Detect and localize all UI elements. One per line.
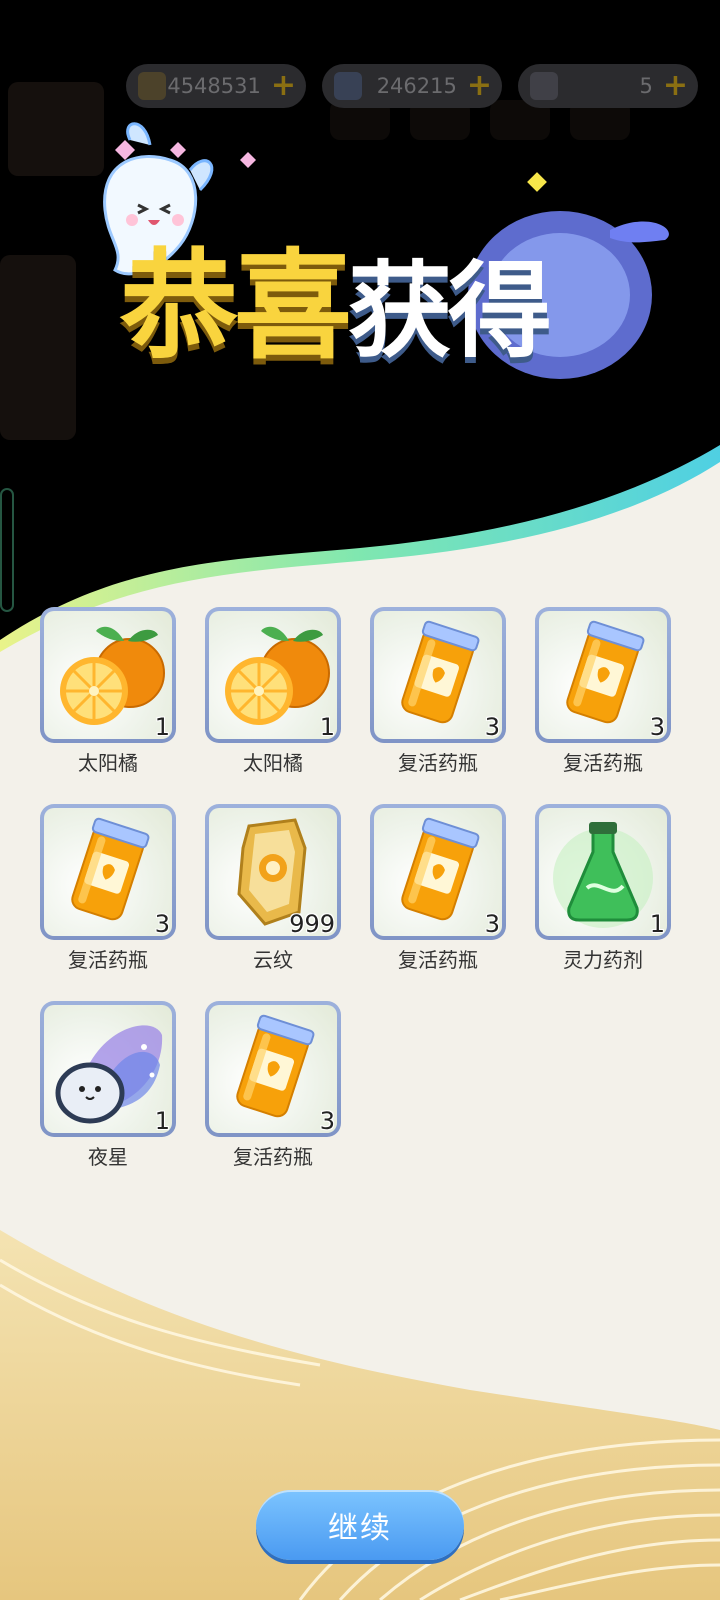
night-star-pet-icon [44, 1005, 172, 1133]
reward-item-slot: 3 [205, 1001, 341, 1137]
reward-item-name: 复活药瓶 [398, 751, 478, 775]
reward-item-name: 复活药瓶 [233, 1145, 313, 1169]
reward-item-slot: 1 [205, 607, 341, 743]
reward-item[interactable]: 3 复活药瓶 [370, 607, 506, 782]
revive-bottle-icon [374, 808, 502, 936]
reward-item[interactable]: 999 云纹 [205, 804, 341, 979]
revive-bottle-icon [209, 1005, 337, 1133]
reward-title-banner: 恭喜获得 [90, 120, 680, 400]
reward-item-slot: 1 [40, 607, 176, 743]
reward-item-slot: 3 [40, 804, 176, 940]
continue-button[interactable]: 继续 [256, 1490, 464, 1560]
reward-item-name: 复活药瓶 [398, 948, 478, 972]
reward-item-slot: 1 [40, 1001, 176, 1137]
reward-item-count: 1 [319, 713, 335, 741]
reward-item-count: 1 [154, 1107, 170, 1135]
reward-item[interactable]: 3 复活药瓶 [205, 1001, 341, 1176]
continue-button-label: 继续 [328, 1511, 392, 1546]
reward-item-name: 复活药瓶 [563, 751, 643, 775]
reward-item-name: 夜星 [88, 1145, 128, 1169]
revive-bottle-icon [44, 808, 172, 936]
reward-item-name: 太阳橘 [243, 751, 303, 775]
reward-item-name: 太阳橘 [78, 751, 138, 775]
revive-bottle-icon [539, 611, 667, 739]
reward-item-count: 3 [154, 910, 170, 938]
reward-item-count: 999 [289, 910, 335, 938]
reward-item-slot: 3 [370, 607, 506, 743]
reward-item-count: 3 [484, 713, 500, 741]
reward-item-slot: 3 [370, 804, 506, 940]
spirit-potion-icon [539, 808, 667, 936]
reward-item[interactable]: 3 复活药瓶 [40, 804, 176, 979]
reward-item-name: 灵力药剂 [563, 948, 643, 972]
reward-item-name: 云纹 [253, 948, 293, 972]
orange-icon [209, 611, 337, 739]
reward-item-slot: 1 [535, 804, 671, 940]
reward-item[interactable]: 3 复活药瓶 [535, 607, 671, 782]
reward-item[interactable]: 1 灵力药剂 [535, 804, 671, 979]
reward-item-count: 1 [154, 713, 170, 741]
reward-item-name: 复活药瓶 [68, 948, 148, 972]
reward-item-slot: 3 [535, 607, 671, 743]
reward-item[interactable]: 1 夜星 [40, 1001, 176, 1176]
title-part-congrats: 恭喜 [120, 237, 352, 375]
orange-icon [44, 611, 172, 739]
reward-item-count: 1 [649, 910, 665, 938]
reward-item[interactable]: 1 太阳橘 [205, 607, 341, 782]
reward-item-slot: 999 [205, 804, 341, 940]
title-part-obtained: 获得 [348, 250, 552, 372]
title-text: 恭喜获得 [120, 210, 552, 381]
revive-bottle-icon [374, 611, 502, 739]
reward-item-count: 3 [649, 713, 665, 741]
reward-item-count: 3 [319, 1107, 335, 1135]
reward-item[interactable]: 1 太阳橘 [40, 607, 176, 782]
reward-item-count: 3 [484, 910, 500, 938]
reward-item[interactable]: 3 复活药瓶 [370, 804, 506, 979]
